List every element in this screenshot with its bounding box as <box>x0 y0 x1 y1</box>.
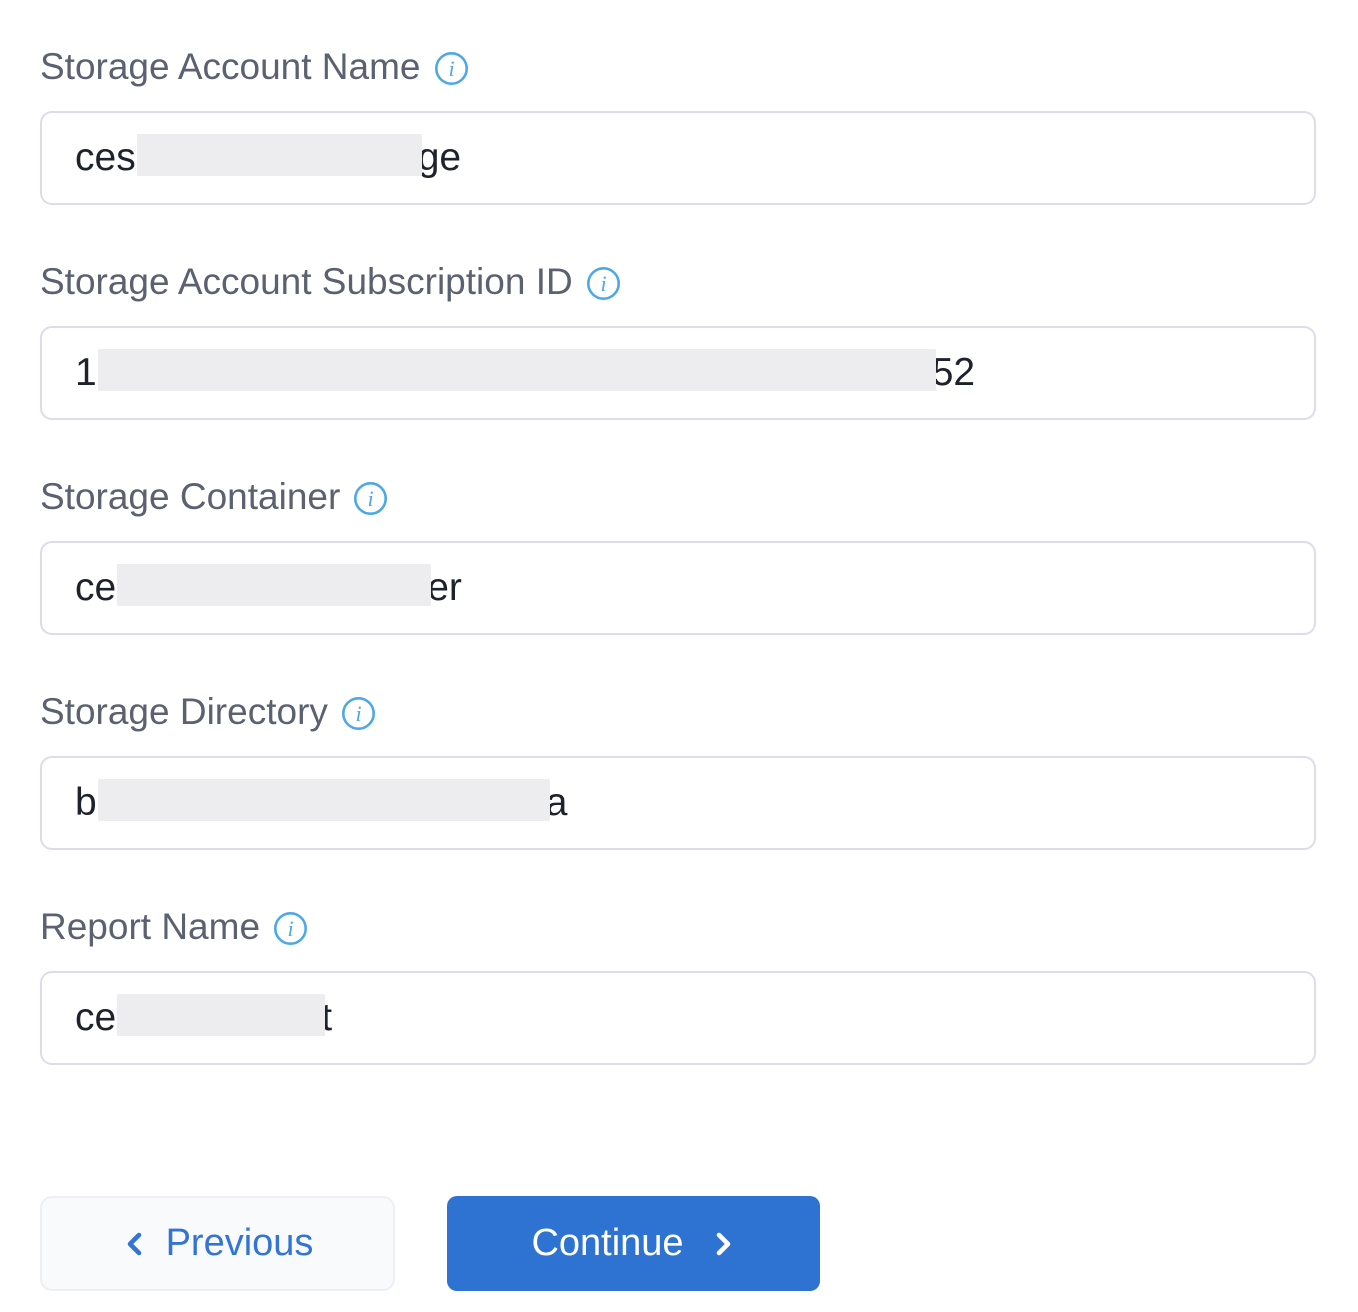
input-value-prefix: ce <box>75 566 116 610</box>
report-name-input[interactable]: ce t <box>40 971 1316 1065</box>
form-actions: Previous Continue <box>40 1196 1316 1291</box>
field-label-row: Storage Container i <box>40 476 1316 518</box>
input-value-prefix: ces <box>75 136 136 180</box>
field-label: Report Name <box>40 906 260 948</box>
field-storage-directory: Storage Directory i b a <box>40 691 1316 850</box>
info-icon[interactable]: i <box>434 51 469 86</box>
subscription-id-input[interactable]: 1 52 <box>40 326 1316 420</box>
chevron-right-icon <box>712 1228 736 1260</box>
field-label-row: Report Name i <box>40 906 1316 948</box>
input-value-suffix: 52 <box>932 351 975 395</box>
field-label-row: Storage Directory i <box>40 691 1316 733</box>
info-icon[interactable]: i <box>353 481 388 516</box>
svg-text:i: i <box>287 916 293 941</box>
input-value-prefix: 1 <box>75 351 97 395</box>
field-storage-account-name: Storage Account Name i ces ge <box>40 46 1316 205</box>
field-label: Storage Directory <box>40 691 328 733</box>
info-icon[interactable]: i <box>341 696 376 731</box>
storage-account-name-input[interactable]: ces ge <box>40 111 1316 205</box>
field-label-row: Storage Account Name i <box>40 46 1316 88</box>
storage-settings-form: Storage Account Name i ces ge Storage Ac… <box>0 0 1358 1312</box>
previous-button[interactable]: Previous <box>40 1196 395 1291</box>
svg-text:i: i <box>600 271 606 296</box>
input-value-suffix: er <box>427 566 462 610</box>
svg-text:i: i <box>355 701 361 726</box>
info-icon[interactable]: i <box>273 911 308 946</box>
storage-directory-input[interactable]: b a <box>40 756 1316 850</box>
field-label: Storage Account Name <box>40 46 421 88</box>
input-value-suffix: ge <box>418 136 461 180</box>
redaction-overlay <box>98 779 550 821</box>
redaction-overlay <box>98 349 936 391</box>
field-label-row: Storage Account Subscription ID i <box>40 261 1316 303</box>
redaction-overlay <box>117 564 431 606</box>
continue-button[interactable]: Continue <box>447 1196 820 1291</box>
field-subscription-id: Storage Account Subscription ID i 1 52 <box>40 261 1316 420</box>
chevron-left-icon <box>122 1228 146 1260</box>
info-icon[interactable]: i <box>586 266 621 301</box>
svg-text:i: i <box>368 486 374 511</box>
field-report-name: Report Name i ce t <box>40 906 1316 1065</box>
continue-button-label: Continue <box>531 1222 683 1265</box>
field-label: Storage Container <box>40 476 340 518</box>
redaction-overlay <box>117 994 325 1036</box>
svg-text:i: i <box>448 56 454 81</box>
input-value-prefix: ce <box>75 996 116 1040</box>
redaction-overlay <box>137 134 422 176</box>
input-value-prefix: b <box>75 781 97 825</box>
field-label: Storage Account Subscription ID <box>40 261 573 303</box>
storage-container-input[interactable]: ce er <box>40 541 1316 635</box>
previous-button-label: Previous <box>166 1222 314 1265</box>
field-storage-container: Storage Container i ce er <box>40 476 1316 635</box>
